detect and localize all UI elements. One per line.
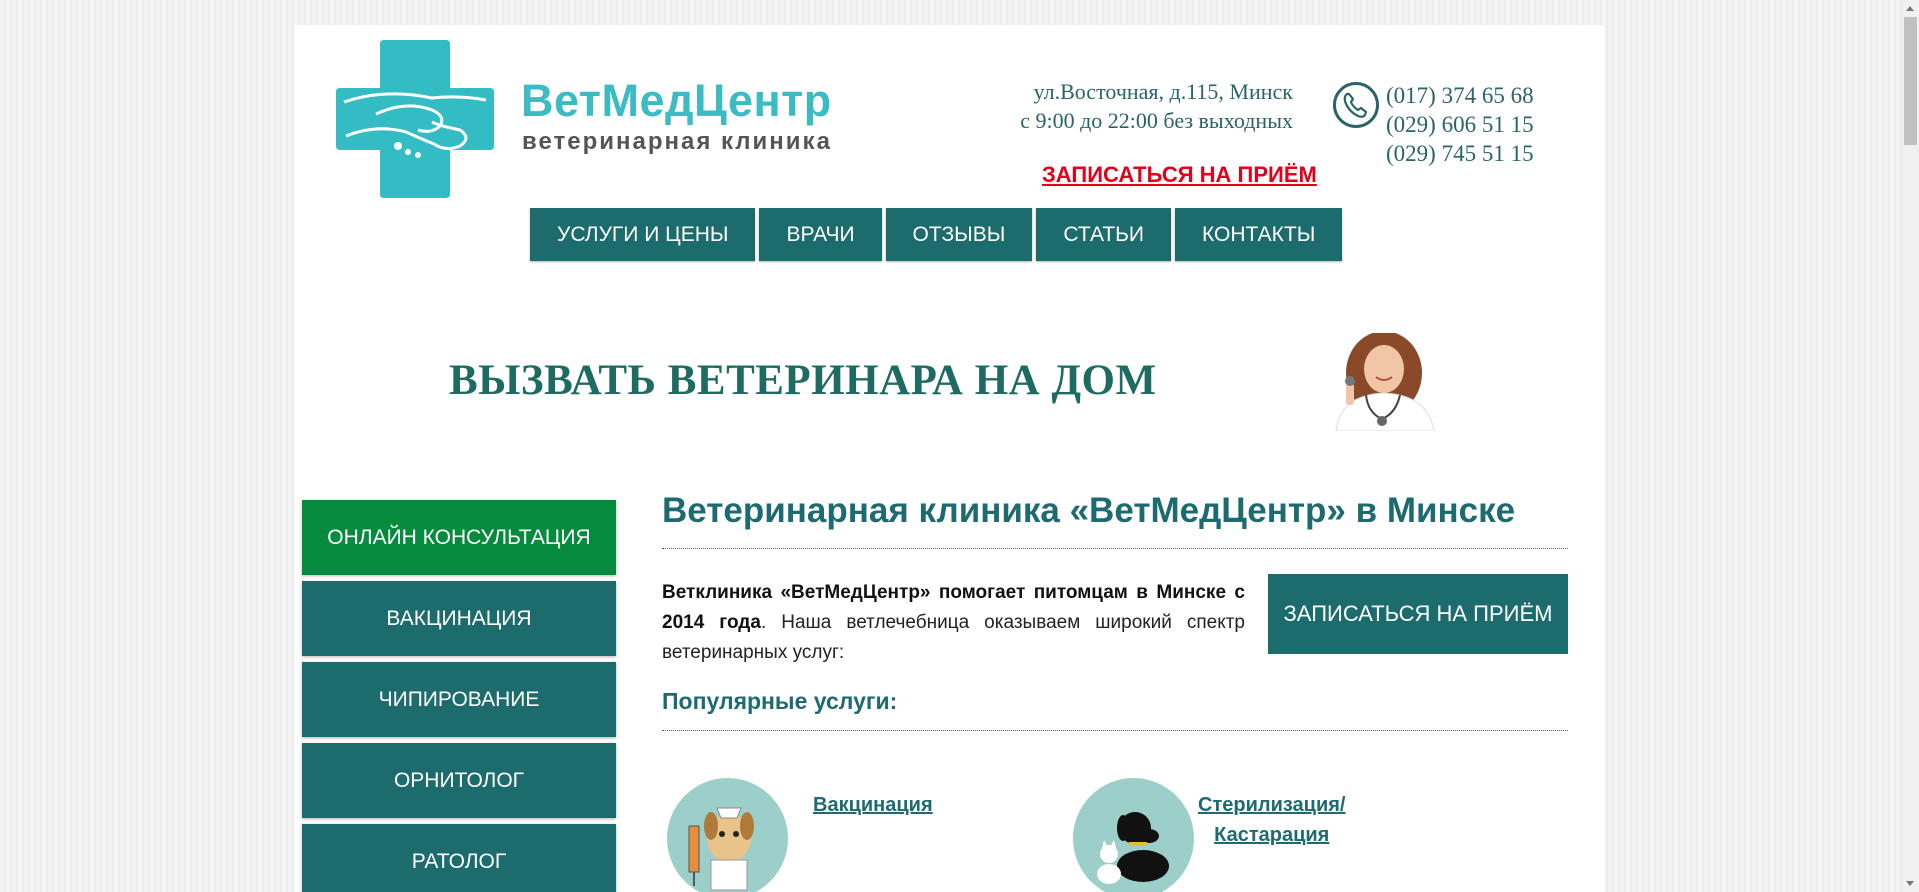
book-appointment-button[interactable]: ЗАПИСАТЬСЯ НА ПРИЁМ [1268,574,1568,654]
divider [662,730,1568,731]
nav-contacts[interactable]: КОНТАКТЫ [1175,208,1343,261]
vaccination-dog-icon[interactable] [667,778,788,892]
divider [662,548,1568,549]
phone-number[interactable]: (017) 374 65 68 [1386,81,1534,110]
service-link-line[interactable]: Стерилизация/ [1198,790,1346,820]
service-link-line[interactable]: Кастарация [1198,820,1346,850]
book-appointment-link[interactable]: ЗАПИСАТЬСЯ НА ПРИЁМ [1042,162,1317,188]
service-link-line[interactable]: Вакцинация [813,790,933,820]
phone-number[interactable]: (029) 606 51 15 [1386,110,1534,139]
sidebar-item-vaccination[interactable]: ВАКЦИНАЦИЯ [302,581,616,656]
phone-list: (017) 374 65 68 (029) 606 51 15 (029) 74… [1386,81,1534,168]
scrollbar-thumb[interactable] [1904,17,1917,145]
intro-text: Ветклиника «ВетМедЦентр» помогает питомц… [662,578,1245,668]
scroll-up-arrow-icon[interactable] [1906,6,1914,11]
page: ВетМедЦентр ветеринарная клиника ул.Вост… [294,25,1605,892]
logo-cross-icon[interactable] [336,40,494,198]
sidebar-item-ratologist[interactable]: РАТОЛОГ [302,824,616,892]
popular-services-title: Популярные услуги: [662,688,898,714]
nav-articles[interactable]: СТАТЬИ [1036,208,1172,261]
sidebar: ОНЛАЙН КОНСУЛЬТАЦИЯ ВАКЦИНАЦИЯ ЧИПИРОВАН… [302,500,616,892]
vertical-scrollbar[interactable] [1902,0,1919,892]
sidebar-item-ornithologist[interactable]: ОРНИТОЛОГ [302,743,616,818]
service-link-sterilization[interactable]: Стерилизация/ Кастарация [1198,790,1346,850]
nav-services-prices[interactable]: УСЛУГИ И ЦЕНЫ [530,208,756,261]
home-visit-banner[interactable]: ВЫЗВАТЬ ВЕТЕРИНАРА НА ДОМ [449,356,1157,405]
nav-doctors[interactable]: ВРАЧИ [759,208,882,261]
cat-dog-icon[interactable] [1073,778,1194,892]
logo-subtitle: ветеринарная клиника [522,128,832,155]
main-nav: УСЛУГИ И ЦЕНЫ ВРАЧИ ОТЗЫВЫ СТАТЬИ КОНТАК… [530,208,1343,261]
sidebar-item-online-consultation[interactable]: ОНЛАЙН КОНСУЛЬТАЦИЯ [302,500,616,575]
address-text: ул.Восточная, д.115, Минск [1033,79,1293,104]
working-hours: с 9:00 до 22:00 без выходных [1020,108,1293,133]
scroll-down-arrow-icon[interactable] [1906,881,1914,886]
phone-number[interactable]: (029) 745 51 15 [1386,139,1534,168]
sidebar-item-chipping[interactable]: ЧИПИРОВАНИЕ [302,662,616,737]
logo-name[interactable]: ВетМедЦентр [521,75,832,127]
phone-icon [1333,82,1379,128]
service-link-vaccination[interactable]: Вакцинация [813,790,933,820]
page-title: Ветеринарная клиника «ВетМедЦентр» в Мин… [662,491,1516,530]
nav-reviews[interactable]: ОТЗЫВЫ [885,208,1033,261]
doctor-photo [1335,333,1435,431]
